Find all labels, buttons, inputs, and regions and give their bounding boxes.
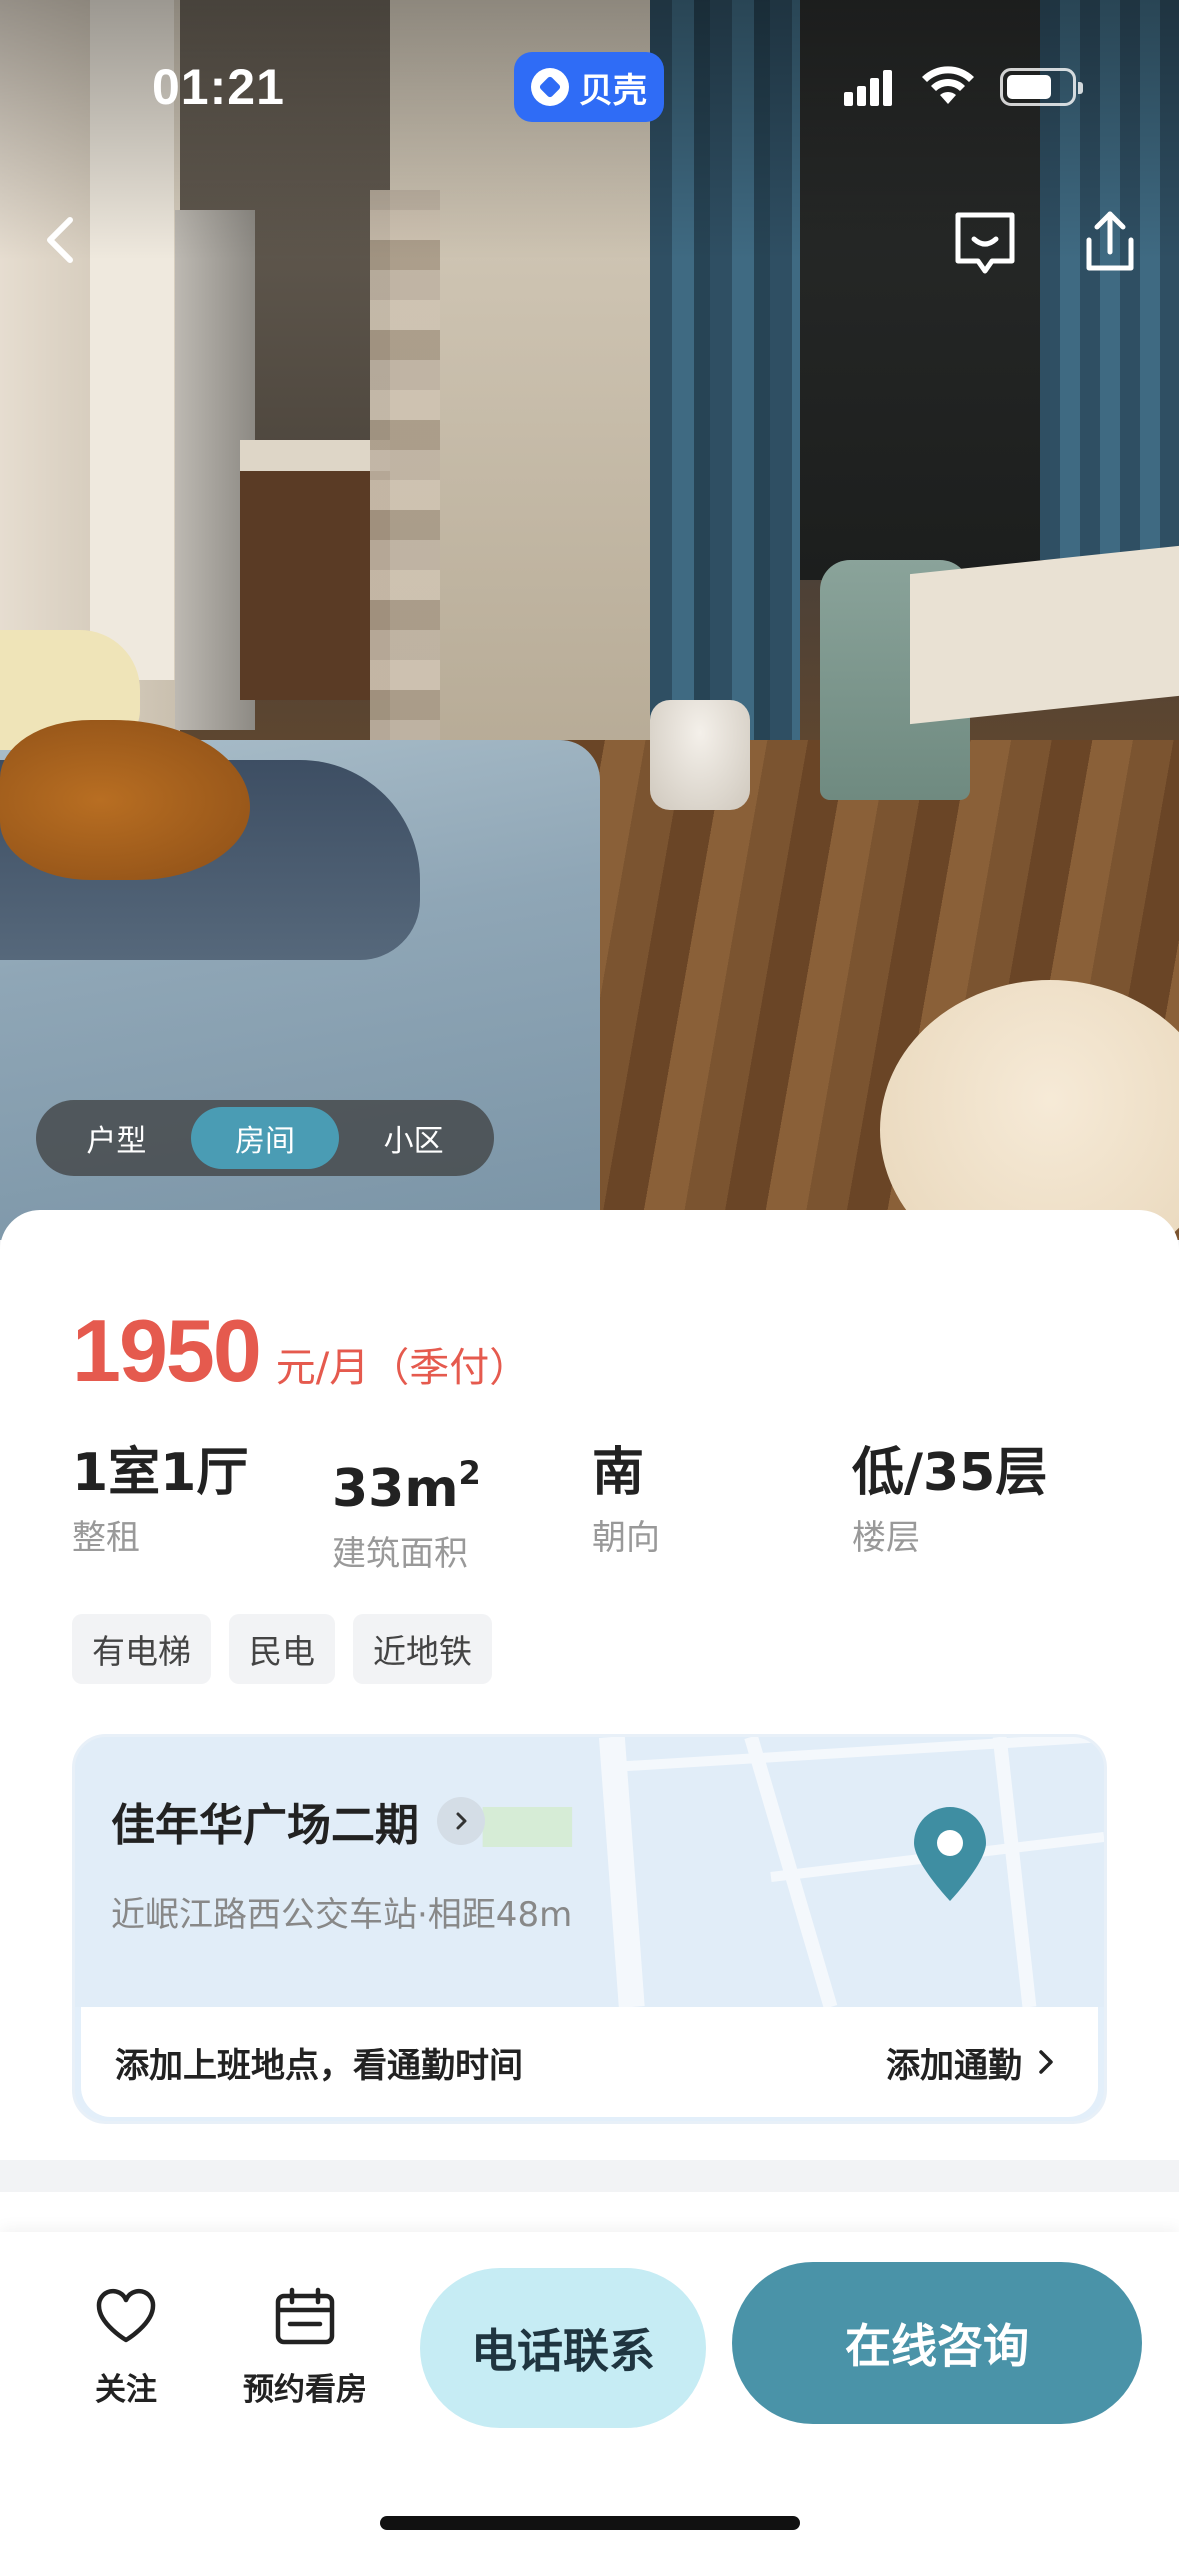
commute-row[interactable]: 添加上班地点，看通勤时间 添加通勤: [81, 2007, 1098, 2117]
feature-tags: 有电梯 民电 近地铁: [72, 1614, 492, 1684]
spec-orientation-label: 朝向: [592, 1518, 660, 1558]
rent-price: 1950: [72, 1301, 262, 1400]
tag-elevator: 有电梯: [72, 1614, 211, 1684]
book-viewing-label: 预约看房: [243, 2372, 367, 2408]
community-card[interactable]: 佳年华广场二期 近岷江路西公交车站·相距48m 添加上班地点，看通勤时间 添加通…: [72, 1734, 1107, 2124]
cellular-signal-icon: [844, 70, 892, 106]
online-consult-button[interactable]: 在线咨询: [732, 2262, 1142, 2424]
spec-layout-label: 整租: [72, 1518, 140, 1558]
chevron-right-icon: [437, 1797, 485, 1845]
spec-orientation: 南 朝向: [592, 1442, 852, 1575]
status-time: 01:21: [152, 59, 285, 115]
add-commute-button[interactable]: 添加通勤: [886, 2038, 1058, 2087]
photo-rice-cooker: [650, 700, 750, 810]
tag-near-subway: 近地铁: [353, 1614, 492, 1684]
tab-room[interactable]: 房间: [190, 1107, 340, 1169]
spec-floor-label: 楼层: [852, 1518, 920, 1558]
heart-icon: [96, 2288, 156, 2343]
follow-button[interactable]: 关注: [80, 2284, 172, 2409]
beike-logo-icon: [531, 68, 569, 106]
share-icon[interactable]: [1075, 200, 1145, 280]
listing-info-card: 1950 元/月（季付） 1室1厅 整租 33m2 建筑面积 南 朝向 低/35…: [0, 1210, 1179, 2310]
tab-floorplan[interactable]: 户型: [42, 1107, 191, 1169]
spec-floor-value: 低/35层: [852, 1443, 1048, 1503]
spec-area-label: 建筑面积: [332, 1534, 468, 1574]
chevron-right-icon: [1039, 2050, 1053, 2074]
price-row: 1950 元/月（季付）: [72, 1300, 529, 1402]
section-divider: [0, 2160, 1179, 2192]
book-viewing-button[interactable]: 预约看房: [230, 2284, 380, 2409]
status-bar: 01:21 贝壳: [0, 0, 1179, 170]
spec-grid: 1室1厅 整租 33m2 建筑面积 南 朝向 低/35层 楼层: [72, 1442, 1112, 1575]
follow-label: 关注: [95, 2372, 157, 2408]
spec-orientation-value: 南: [592, 1443, 645, 1503]
listing-photo[interactable]: 01:21 贝壳 户型 房间 小区: [0, 0, 1179, 1240]
rent-price-unit: 元/月（季付）: [275, 1345, 530, 1391]
battery-icon: [1000, 68, 1083, 106]
phone-contact-button[interactable]: 电话联系: [420, 2268, 706, 2428]
spec-floor: 低/35层 楼层: [852, 1442, 1112, 1575]
spec-layout-value: 1室1厅: [72, 1443, 249, 1503]
home-indicator[interactable]: [380, 2516, 800, 2530]
spec-area: 33m2 建筑面积: [332, 1442, 592, 1575]
commute-prompt: 添加上班地点，看通勤时间: [115, 2045, 523, 2086]
wifi-icon: [922, 66, 974, 104]
spec-area-value: 33m2: [332, 1454, 481, 1519]
photo-category-tabs: 户型 房间 小区: [36, 1100, 494, 1176]
app-pill[interactable]: 贝壳: [514, 52, 664, 122]
app-pill-label: 贝壳: [579, 70, 647, 111]
spec-layout: 1室1厅 整租: [72, 1442, 332, 1575]
photo-table: [910, 545, 1179, 725]
back-icon[interactable]: [30, 200, 100, 280]
calendar-icon: [275, 2287, 335, 2345]
tag-civil-electricity: 民电: [229, 1614, 335, 1684]
bottom-action-bar: 关注 预约看房 电话联系 在线咨询: [0, 2232, 1179, 2556]
location-pin-icon: [914, 1807, 986, 1901]
community-name[interactable]: 佳年华广场二期: [111, 1789, 485, 1853]
photo-blurred-person: [370, 190, 440, 750]
message-icon[interactable]: [950, 205, 1020, 281]
nearby-transit: 近岷江路西公交车站·相距48m: [111, 1895, 573, 1935]
tab-community[interactable]: 小区: [339, 1107, 488, 1169]
